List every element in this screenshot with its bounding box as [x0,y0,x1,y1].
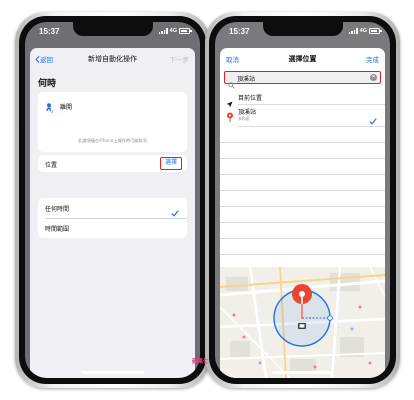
status-time: 15:37 [229,27,250,36]
notch [72,22,153,36]
divider [238,104,385,105]
option-any-time[interactable]: 任何時間 [45,204,69,213]
person-walking-icon [45,100,56,119]
phone-screen: 15:37 4G 返回 新增自動化操作 下一步 何時 離開 此選項僅在iPhon… [25,22,200,378]
status-time: 15:37 [39,27,60,36]
search-bar[interactable]: 頂溪站 ✕ [224,71,381,89]
phone-left: 15:37 4G 返回 新增自動化操作 下一步 何時 離開 此選項僅在iPhon… [15,12,210,388]
divider [220,254,385,255]
notch [262,22,343,36]
home-indicator [81,371,144,374]
divider [220,158,385,159]
divider [220,190,385,191]
done-button[interactable]: 完成 [366,54,379,64]
battery-icon [179,28,192,34]
current-location-row[interactable]: 目前位置 [220,90,385,108]
signal-icon [158,28,168,34]
option-time-range[interactable]: 時間範圍 [45,224,69,233]
select-location-button[interactable]: 選擇 [160,157,182,170]
phone-screen: 15:37 4G 取消 選擇位置 完成 頂溪站 ✕ 目前位置 頂溪站 永和區 [215,22,390,378]
trigger-card: 離開 此選項僅在iPhone上操作時可能取消 [38,92,187,152]
choose-location-sheet: 取消 選擇位置 完成 頂溪站 ✕ 目前位置 頂溪站 永和區 [220,48,385,378]
automation-sheet: 返回 新增自動化操作 下一步 何時 離開 此選項僅在iPhone上操作時可能取消 [30,48,195,378]
trigger-leave-label[interactable]: 離開 [60,102,72,111]
page-title: 選擇位置 [288,55,317,63]
map-view[interactable] [220,267,385,378]
search-result-row[interactable]: 頂溪站 永和區 [220,106,385,126]
network-label: 4G [169,28,177,34]
clear-icon[interactable]: ✕ [370,74,377,81]
divider [220,142,385,143]
section-heading: 何時 [38,79,57,89]
search-input[interactable]: 頂溪站 [237,74,255,83]
divider [238,126,385,127]
divider [45,217,187,218]
divider [220,238,385,239]
map-pin-icon [292,284,312,319]
trigger-note: 此選項僅在iPhone上操作時可能取消 [78,138,147,143]
checkmark-icon [171,202,179,221]
current-location-label: 目前位置 [238,95,263,102]
signal-icon [348,28,358,34]
phone-right: 15:37 4G 取消 選擇位置 完成 頂溪站 ✕ 目前位置 頂溪站 永和區 [205,12,400,388]
time-options-card: 任何時間 時間範圍 [38,198,187,238]
home-indicator [271,371,334,374]
network-label: 4G [359,28,367,34]
location-row: 位置 選擇 [38,155,187,172]
next-button[interactable]: 下一步 [170,54,190,64]
result-name: 頂溪站 [238,109,257,116]
nav-bar: 返回 新增自動化操作 下一步 [30,48,195,70]
divider [220,174,385,175]
battery-icon [369,28,382,34]
watermark: 蘋果仁 [192,359,209,365]
location-label: 位置 [45,162,58,169]
divider [220,206,385,207]
map-pin-icon [226,108,234,127]
divider [220,222,385,223]
result-subtitle: 永和區 [238,116,250,121]
